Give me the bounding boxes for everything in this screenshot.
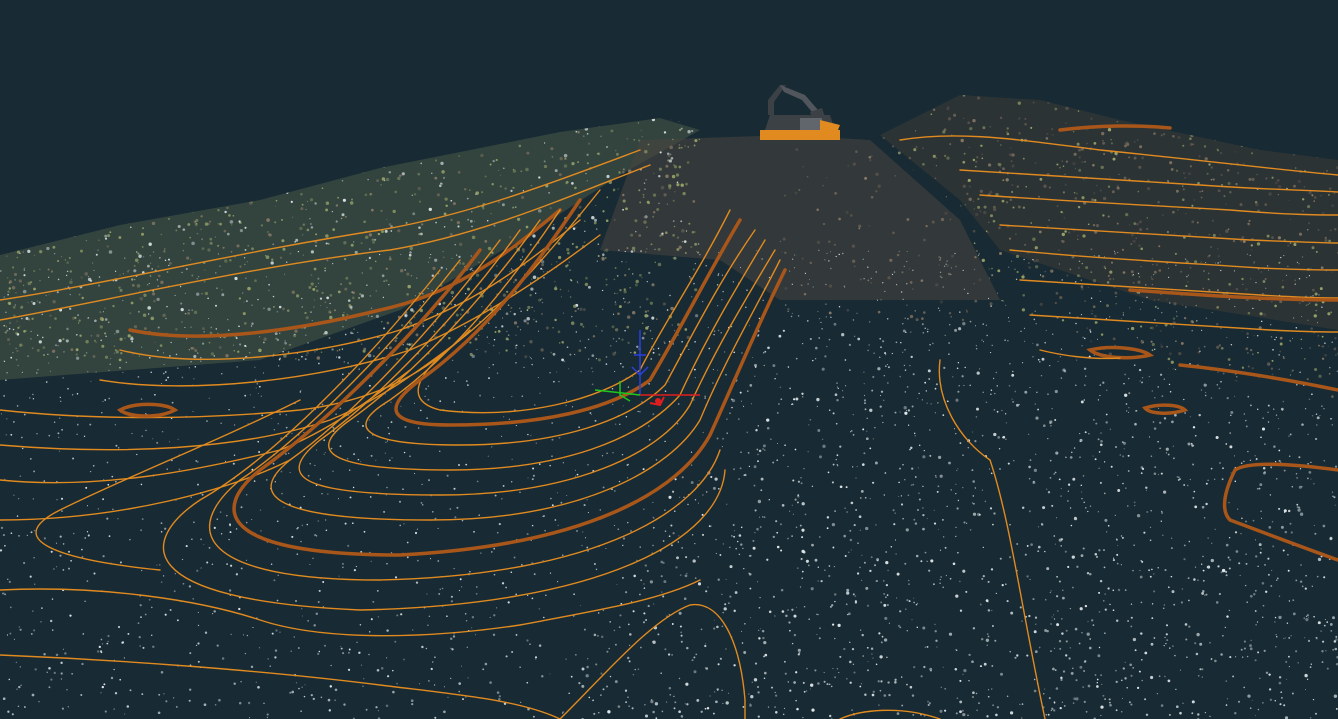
3d-viewport[interactable]	[0, 0, 1338, 719]
foreground-contours	[0, 359, 1046, 719]
terrain-base	[0, 95, 1338, 380]
dirt-ramp-surface	[600, 135, 1000, 300]
point-cloud-scene[interactable]	[0, 0, 1338, 719]
left-depression-contour	[116, 402, 179, 418]
right-berm-surface	[880, 95, 1338, 330]
central-slope-contours	[35, 189, 787, 611]
left-berm-contours	[0, 149, 651, 521]
contour-lines	[0, 124, 1338, 719]
point-cloud	[0, 95, 1338, 719]
right-berm-contours	[899, 124, 1338, 562]
excavator-icon	[760, 85, 840, 140]
left-berm-surface	[0, 118, 700, 380]
axis-gizmo-icon	[594, 330, 700, 407]
